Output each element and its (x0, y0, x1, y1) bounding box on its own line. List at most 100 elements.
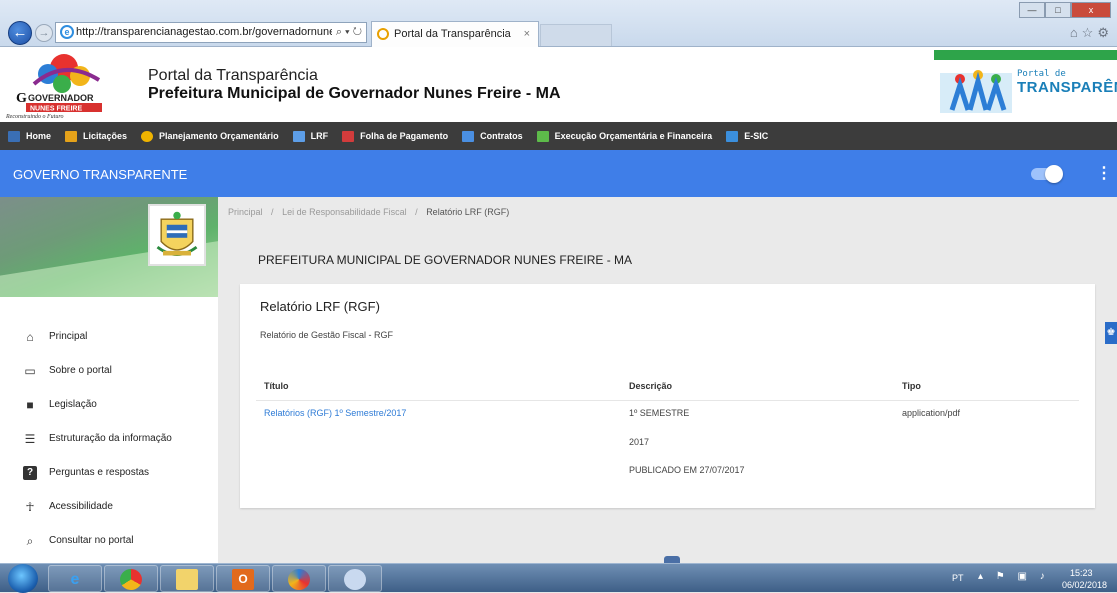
language-indicator[interactable]: PT (952, 573, 964, 583)
more-vert-icon[interactable]: ⋮ (1096, 163, 1112, 183)
calendar-icon (342, 130, 355, 142)
brand-small-text: Portal de (1017, 69, 1066, 79)
breadcrumb: Principal / Lei de Responsabilidade Fisc… (228, 207, 509, 217)
nav-item-execucao[interactable]: Execução Orçamentária e Financeira (536, 130, 713, 142)
tab-favicon-icon (377, 28, 389, 40)
breadcrumb-current: Relatório LRF (RGF) (426, 207, 510, 217)
nav-label: LRF (310, 131, 329, 141)
window-controls: — □ x (1019, 2, 1111, 18)
window-close-icon[interactable]: x (1071, 2, 1111, 18)
app-bar: GOVERNO TRANSPARENTE ⋮ (0, 150, 1117, 197)
report-card: Relatório LRF (RGF) Relatório de Gestão … (240, 284, 1095, 508)
browser-toolbar-icons[interactable]: ⌂☆⚙ (1070, 25, 1113, 41)
folder-icon (65, 130, 78, 142)
file-type: application/pdf (902, 408, 961, 418)
nav-label: Execução Orçamentária e Financeira (554, 131, 713, 141)
browser-forward-button[interactable]: → (35, 24, 53, 42)
minimize-icon[interactable]: — (1019, 2, 1045, 18)
ie-page-icon: e (60, 25, 74, 39)
sidebar-item-consultar[interactable]: ⌕ Consultar no portal (0, 524, 218, 558)
accessibility-widget-icon[interactable]: ♚ (1105, 322, 1117, 344)
coat-of-arms-icon (148, 204, 206, 266)
taskbar-explorer[interactable] (160, 565, 214, 592)
search-icon: ⌕ (26, 534, 34, 548)
theme-toggle[interactable] (1031, 165, 1063, 183)
sidebar-banner (0, 197, 218, 297)
breadcrumb-item-lrf[interactable]: Lei de Responsabilidade Fiscal (282, 207, 407, 217)
description-line: 1º SEMESTRE (629, 408, 690, 418)
column-header-titulo: Título (264, 381, 289, 391)
nav-label: E-SIC (744, 131, 769, 141)
top-navigation: Home Licitações Planejamento Orçamentári… (0, 122, 1117, 150)
report-link[interactable]: Relatórios (RGF) 1º Semestre/2017 (264, 408, 406, 418)
browser-new-tab[interactable] (540, 24, 612, 46)
nav-item-lrf[interactable]: LRF (292, 130, 329, 142)
browser-back-button[interactable]: ← (8, 21, 32, 45)
taskbar-ie[interactable]: e (48, 565, 102, 592)
sidebar-item-sobre[interactable]: ▭ Sobre o portal (0, 354, 218, 388)
clock-date[interactable]: 06/02/2018 (1062, 580, 1107, 590)
accessibility-icon: ☥ (25, 500, 35, 514)
sidebar-item-principal[interactable]: ⌂ Principal (0, 320, 218, 354)
description-line: 2017 (629, 437, 650, 447)
home-icon: ⌂ (26, 330, 34, 344)
logo-text-top: GOVERNADOR (28, 93, 94, 103)
sidebar-item-label: Consultar no portal (49, 535, 134, 546)
tab-title: Portal da Transparência (394, 28, 511, 40)
municipality-logo[interactable]: G GOVERNADOR NUNES FREIRE Reconstruindo … (4, 50, 134, 120)
nav-item-licitacoes[interactable]: Licitações (65, 130, 128, 142)
paint-palette-icon (344, 569, 366, 590)
clock-time[interactable]: 15:23 (1070, 568, 1093, 578)
address-bar[interactable]: e http://transparencianagestao.com.br/go… (55, 22, 367, 43)
nav-label: Folha de Pagamento (360, 131, 449, 141)
transparency-people-icon (940, 70, 1012, 113)
contract-icon (462, 130, 475, 142)
description-line: PUBLICADO EM 27/07/2017 (629, 465, 745, 475)
sidebar-item-perguntas[interactable]: ? Perguntas e respostas (0, 456, 218, 490)
nav-item-esic[interactable]: E-SIC (726, 130, 769, 142)
card-subtitle: Relatório de Gestão Fiscal - RGF (260, 330, 394, 340)
sidebar-item-legislacao[interactable]: ■ Legislação (0, 388, 218, 422)
start-button[interactable] (8, 564, 38, 593)
toggle-knob (1045, 165, 1063, 183)
svg-text:G: G (16, 91, 27, 106)
main-content: Principal / Lei de Responsabilidade Fisc… (218, 197, 1117, 563)
site-header: G GOVERNADOR NUNES FREIRE Reconstruindo … (0, 47, 1117, 122)
sidebar-item-label: Sobre o portal (49, 365, 112, 376)
taskbar-outlook[interactable]: O (216, 565, 270, 592)
sidebar-item-acessibilidade[interactable]: ☥ Acessibilidade (0, 490, 218, 524)
address-bar-tools[interactable]: ⌕ ▾ ↻ (331, 23, 362, 42)
nav-label: Home (26, 131, 52, 141)
nav-item-home[interactable]: Home (8, 130, 52, 142)
folder-outline-icon: ▭ (24, 364, 36, 378)
moneybag-icon (141, 130, 154, 142)
app-bar-title: GOVERNO TRANSPARENTE (13, 167, 188, 182)
sidebar-item-label: Legislação (49, 399, 97, 410)
breadcrumb-separator: / (271, 207, 274, 217)
system-tray-icons[interactable]: ▴ ⚑ ▣ ♪ (978, 571, 1050, 582)
browser-tab-active[interactable]: Portal da Transparência × (371, 21, 539, 47)
sidebar-item-estruturacao[interactable]: ☰ Estruturação da informação (0, 422, 218, 456)
nav-label: Contratos (480, 131, 523, 141)
sidebar: ⌂ Principal ▭ Sobre o portal ■ Legislaçã… (0, 197, 218, 563)
maximize-icon[interactable]: □ (1045, 2, 1071, 18)
taskbar-chrome[interactable] (104, 565, 158, 592)
page-title: Portal da Transparência (148, 67, 318, 84)
column-header-tipo: Tipo (902, 381, 921, 391)
tab-close-icon[interactable]: × (524, 22, 530, 46)
nav-item-planejamento[interactable]: Planejamento Orçamentário (141, 130, 279, 142)
sidebar-item-label: Principal (49, 331, 88, 342)
nav-label: Licitações (83, 131, 128, 141)
breadcrumb-item-principal[interactable]: Principal (228, 207, 263, 217)
column-header-descricao: Descrição (629, 381, 673, 391)
sidebar-item-label: Acessibilidade (49, 501, 113, 512)
nav-item-contratos[interactable]: Contratos (462, 130, 523, 142)
nav-item-folha[interactable]: Folha de Pagamento (342, 130, 449, 142)
sidebar-item-label: Estruturação da informação (49, 433, 172, 444)
taskbar-media[interactable] (272, 565, 326, 592)
nav-label: Planejamento Orçamentário (159, 131, 279, 141)
taskbar-paint[interactable] (328, 565, 382, 592)
card-title: Relatório LRF (RGF) (260, 299, 380, 314)
transparency-brand-logo[interactable]: Portal de TRANSPARÊNCIA (934, 50, 1117, 119)
breadcrumb-separator: / (415, 207, 418, 217)
